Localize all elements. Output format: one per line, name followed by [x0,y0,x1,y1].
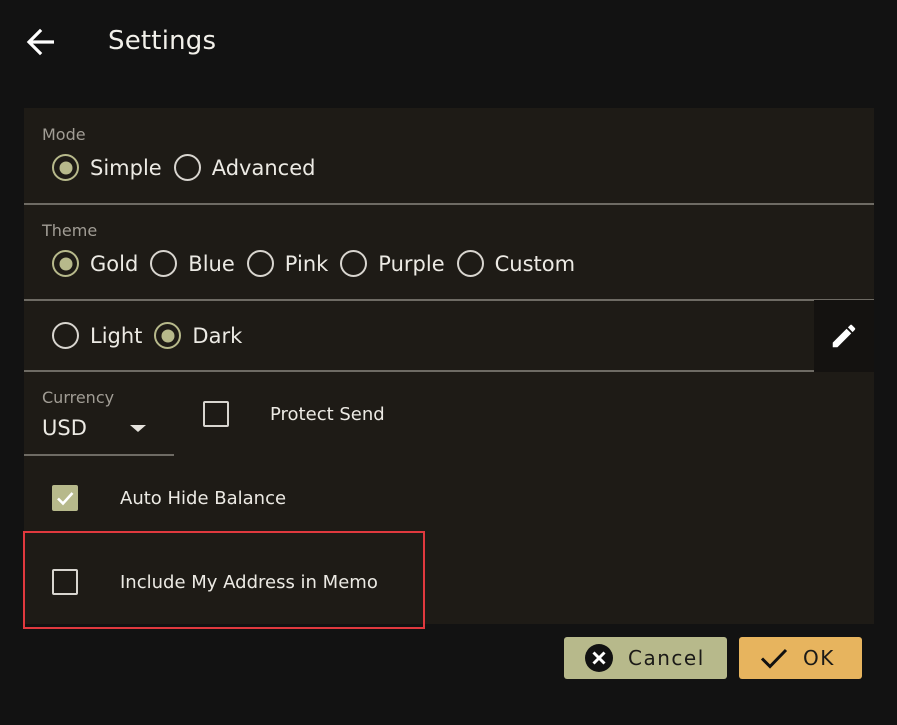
theme-label: Theme [42,221,98,240]
brightness-radio-group: Light Dark [52,322,254,349]
theme-option-gold[interactable]: Gold [52,250,138,277]
radio-unchecked-icon [173,154,201,181]
radio-label: Pink [284,251,329,276]
arrow-left-icon [26,28,54,56]
divider [24,370,814,372]
radio-unchecked-icon [52,322,79,349]
settings-screen: Settings Mode Simple Advanced Theme Gold [0,0,897,725]
brightness-option-light[interactable]: Light [52,322,142,349]
auto-hide-balance-label: Auto Hide Balance [120,488,287,509]
include-address-checkbox[interactable] [52,569,78,595]
theme-option-purple[interactable]: Purple [340,250,445,277]
protect-send-label: Protect Send [270,404,385,425]
theme-option-blue[interactable]: Blue [150,250,235,277]
page-title: Settings [108,26,217,56]
radio-unchecked-icon [150,250,178,277]
mode-radio-group: Simple Advanced [52,154,327,181]
cancel-button-label: Cancel [628,646,705,670]
radio-label: Custom [494,251,576,276]
radio-unchecked-icon [340,250,368,277]
cancel-button[interactable]: Cancel [564,637,727,679]
radio-unchecked-icon [246,250,274,277]
pencil-icon [832,324,856,348]
divider [24,203,874,205]
close-circle-icon [584,643,614,673]
currency-dropdown[interactable]: USD [24,408,174,456]
radio-label: Purple [378,251,445,276]
divider [24,299,874,301]
radio-label: Advanced [211,155,316,180]
back-button[interactable] [26,28,58,56]
radio-label: Simple [90,155,162,180]
theme-option-pink[interactable]: Pink [246,250,329,277]
theme-radio-group: Gold Blue Pink Purple Custom [52,250,587,277]
currency-label: Currency [42,388,115,407]
radio-label: Light [90,323,143,348]
check-icon [57,492,74,506]
protect-send-checkbox[interactable] [203,401,229,427]
mode-option-simple[interactable]: Simple [52,154,162,181]
radio-checked-icon [52,250,79,277]
currency-value: USD [42,416,87,440]
ok-button-label: OK [803,646,835,670]
radio-label: Blue [188,251,235,276]
edit-theme-button[interactable] [814,300,874,372]
currency-underline [24,454,174,456]
radio-unchecked-icon [456,250,484,277]
mode-label: Mode [42,125,86,144]
settings-panel: Mode Simple Advanced Theme Gold Blue Pin… [24,108,874,624]
radio-checked-icon [154,322,182,349]
dropdown-arrow-icon [130,425,146,432]
theme-option-custom[interactable]: Custom [456,250,576,277]
radio-label: Gold [90,251,139,276]
mode-option-advanced[interactable]: Advanced [173,154,316,181]
radio-label: Dark [192,323,243,348]
radio-checked-icon [52,154,79,181]
brightness-option-dark[interactable]: Dark [154,322,242,349]
auto-hide-balance-checkbox[interactable] [52,485,78,511]
ok-button[interactable]: OK [739,637,862,679]
check-icon [759,646,789,670]
include-address-label: Include My Address in Memo [120,572,378,593]
